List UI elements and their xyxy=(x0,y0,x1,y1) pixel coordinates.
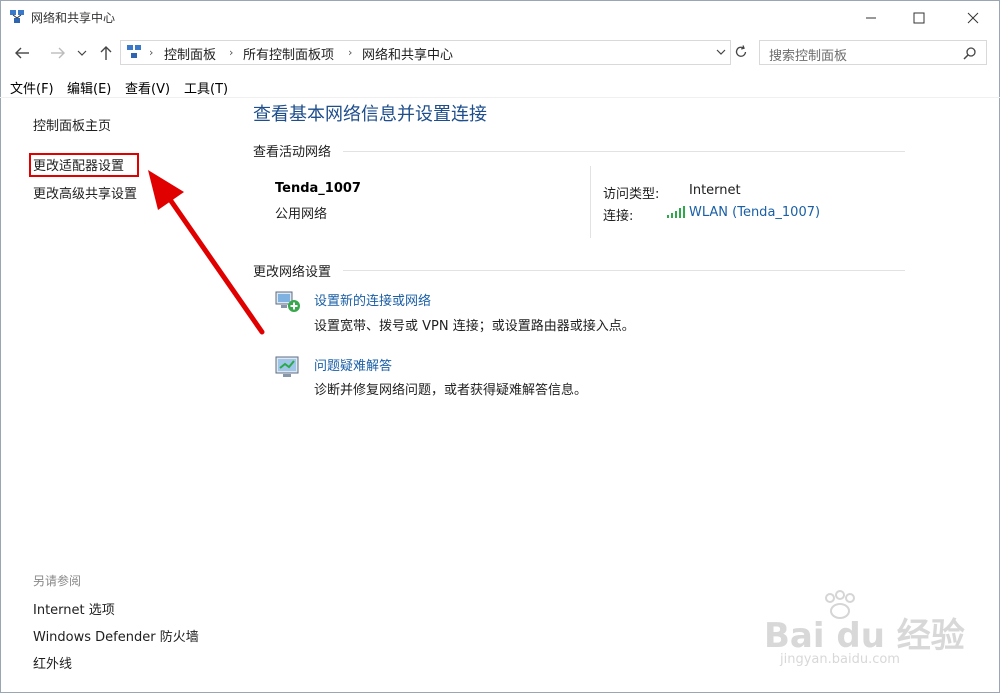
left-link-windows-firewall[interactable]: Windows Defender 防火墙 xyxy=(33,626,199,645)
network-name: Tenda_1007 xyxy=(275,181,361,196)
recent-locations-button[interactable] xyxy=(74,42,90,64)
breadcrumb-control-panel[interactable]: 控制面板 xyxy=(164,44,216,63)
page-title: 查看基本网络信息并设置连接 xyxy=(253,104,487,125)
breadcrumb-separator: › xyxy=(348,46,353,59)
minimize-icon xyxy=(866,17,876,19)
forward-arrow-icon xyxy=(51,47,65,59)
vertical-divider xyxy=(590,166,591,238)
network-type[interactable]: 公用网络 xyxy=(275,203,327,222)
up-button[interactable] xyxy=(94,42,118,64)
access-type-label: 访问类型: xyxy=(603,187,660,202)
forward-button[interactable] xyxy=(46,42,70,64)
connection-label: 连接: xyxy=(603,209,634,224)
address-dropdown-button[interactable] xyxy=(713,44,729,60)
menu-tools[interactable]: 工具(T) xyxy=(184,78,228,97)
watermark-brand: Bai du 经验 xyxy=(764,616,965,656)
setup-new-connection-link[interactable]: 设置新的连接或网络 xyxy=(314,290,431,309)
active-networks-heading: 查看活动网络 xyxy=(253,145,332,160)
window-title: 网络和共享中心 xyxy=(31,11,116,25)
chevron-down-icon xyxy=(716,49,726,55)
breadcrumb-separator: › xyxy=(229,46,234,59)
troubleshoot-link[interactable]: 问题疑难解答 xyxy=(314,355,392,374)
search-icon[interactable] xyxy=(963,46,977,60)
troubleshoot-icon xyxy=(275,356,299,377)
refresh-button[interactable] xyxy=(731,42,751,62)
back-button[interactable] xyxy=(10,42,34,64)
search-placeholder: 搜索控制面板 xyxy=(769,49,848,64)
see-also-heading: 另请参阅 xyxy=(33,574,82,588)
left-link-control-panel-home[interactable]: 控制面板主页 xyxy=(33,115,111,134)
breadcrumb-all-items[interactable]: 所有控制面板项 xyxy=(243,44,334,63)
annotation-arrow xyxy=(148,170,265,335)
new-connection-icon xyxy=(275,291,300,312)
chevron-down-icon xyxy=(77,50,87,56)
wifi-signal-icon xyxy=(667,206,685,218)
menu-edit[interactable]: 编辑(E) xyxy=(67,78,111,97)
maximize-icon xyxy=(913,12,925,24)
breadcrumb-network-center[interactable]: 网络和共享中心 xyxy=(362,44,453,63)
back-arrow-icon xyxy=(15,47,29,59)
maximize-button[interactable] xyxy=(896,4,942,32)
left-link-internet-options[interactable]: Internet 选项 xyxy=(33,599,115,618)
troubleshoot-desc: 诊断并修复网络问题，或者获得疑难解答信息。 xyxy=(314,383,588,398)
section-divider xyxy=(343,270,905,271)
menu-file[interactable]: 文件(F) xyxy=(10,78,54,97)
watermark-url: jingyan.baidu.com xyxy=(780,652,900,667)
network-center-icon xyxy=(10,10,24,23)
access-type-value: Internet xyxy=(689,183,741,198)
close-button[interactable] xyxy=(950,4,996,32)
breadcrumb-separator: › xyxy=(149,46,154,59)
up-arrow-icon xyxy=(100,46,112,60)
left-link-infrared[interactable]: 红外线 xyxy=(33,653,72,672)
connection-link-wlan[interactable]: WLAN (Tenda_1007) xyxy=(689,205,820,220)
control-panel-icon xyxy=(127,45,141,58)
setup-new-connection-desc: 设置宽带、拨号或 VPN 连接；或设置路由器或接入点。 xyxy=(314,319,635,334)
refresh-icon xyxy=(735,45,747,57)
left-link-advanced-sharing[interactable]: 更改高级共享设置 xyxy=(33,183,137,202)
annotation-highlight-box xyxy=(29,153,139,177)
menu-divider xyxy=(0,97,1000,98)
menu-view[interactable]: 查看(V) xyxy=(125,78,170,97)
section-divider xyxy=(343,151,905,152)
change-settings-heading: 更改网络设置 xyxy=(253,265,332,280)
close-icon xyxy=(967,12,979,24)
minimize-button[interactable] xyxy=(848,4,894,32)
